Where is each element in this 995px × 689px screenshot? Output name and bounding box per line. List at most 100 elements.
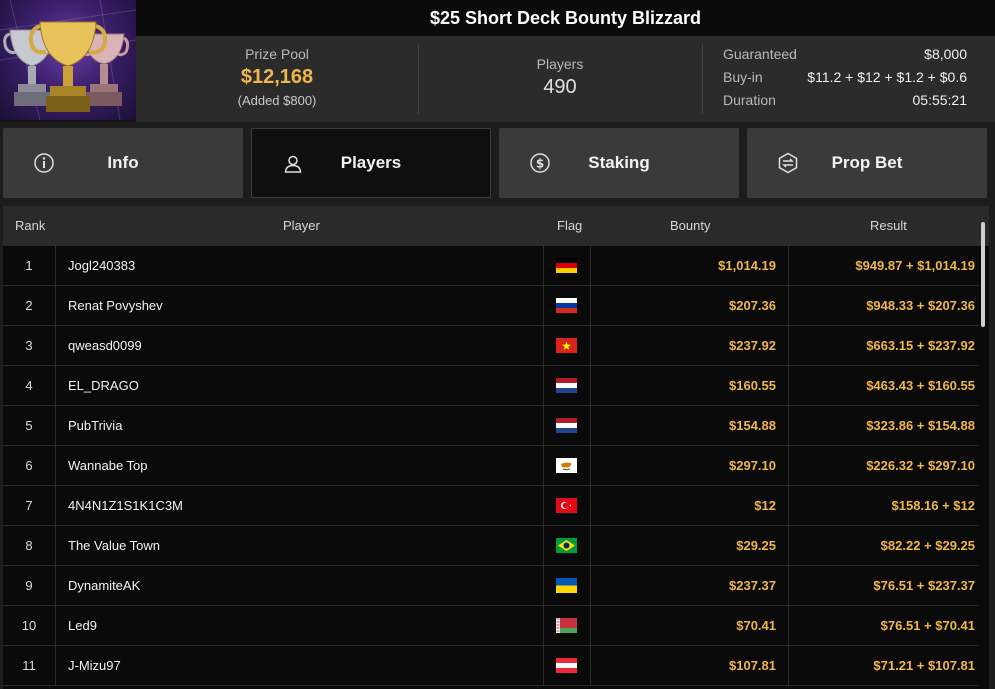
rank-cell: 10	[3, 606, 56, 646]
player-name-cell[interactable]: PubTrivia	[56, 406, 544, 446]
tournament-header: $25 Short Deck Bounty Blizzard Prize Poo…	[0, 0, 995, 122]
flag-cell	[544, 326, 591, 366]
russia-flag-icon	[556, 298, 577, 313]
detail-label: Guaranteed	[723, 46, 797, 62]
user-icon	[282, 153, 304, 175]
table-header: Rank Player Flag Bounty Result	[3, 206, 989, 246]
player-name-cell[interactable]: Renat Povyshev	[56, 286, 544, 326]
tab-staking[interactable]: $ Staking	[499, 128, 739, 198]
table-row[interactable]: 4 EL_DRAGO $160.55 $463.43 + $160.55	[3, 366, 979, 406]
header-result[interactable]: Result	[870, 206, 907, 246]
bounty-cell: $297.10	[591, 446, 789, 486]
flag-cell	[544, 566, 591, 606]
lobby-tabs: Info Players $ Staking Prop Bet	[3, 128, 989, 198]
players-count-value: 490	[543, 76, 577, 98]
detail-guaranteed: Guaranteed $8,000	[723, 46, 967, 69]
table-row[interactable]: 7 4N4N1Z1S1K1C3M $12 $158.16 + $12	[3, 486, 979, 526]
player-name-cell[interactable]: 4N4N1Z1S1K1C3M	[56, 486, 544, 526]
players-label: Players	[536, 56, 584, 72]
flag-cell	[544, 646, 591, 686]
players-count-section: Players 490	[418, 36, 702, 122]
brazil-flag-icon	[556, 538, 577, 553]
ukraine-flag-icon	[556, 578, 577, 593]
rank-cell: 11	[3, 646, 56, 686]
header-flag[interactable]: Flag	[557, 206, 582, 246]
rank-cell: 8	[3, 526, 56, 566]
rank-cell: 2	[3, 286, 56, 326]
bounty-cell: $29.25	[591, 526, 789, 566]
tournament-details: Guaranteed $8,000 Buy-in $11.2 + $12 + $…	[723, 46, 967, 115]
detail-value: 05:55:21	[912, 92, 968, 108]
table-row[interactable]: 6 Wannabe Top $297.10 $226.32 + $297.10	[3, 446, 979, 486]
flag-cell	[544, 526, 591, 566]
tournament-lobby: $25 Short Deck Bounty Blizzard Prize Poo…	[0, 0, 995, 689]
result-cell: $76.51 + $70.41	[880, 618, 975, 633]
tab-players[interactable]: Players	[251, 128, 491, 198]
player-name-cell[interactable]: qweasd0099	[56, 326, 544, 366]
result-cell: $323.86 + $154.88	[866, 418, 975, 433]
table-row[interactable]: 9 DynamiteAK $237.37 $76.51 + $237.37	[3, 566, 979, 606]
result-cell: $949.87 + $1,014.19	[855, 258, 975, 273]
flag-cell	[544, 366, 591, 406]
rank-cell: 6	[3, 446, 56, 486]
tab-prop-bet[interactable]: Prop Bet	[747, 128, 987, 198]
table-row[interactable]: 5 PubTrivia $154.88 $323.86 + $154.88	[3, 406, 979, 446]
table-row[interactable]: 11 J-Mizu97 $107.81 $71.21 + $107.81	[3, 646, 979, 686]
player-name-cell[interactable]: The Value Town	[56, 526, 544, 566]
prize-added-amount: (Added $800)	[237, 93, 317, 108]
prize-pool-value: $12,168	[240, 66, 314, 88]
trophy-image	[0, 0, 136, 120]
rank-cell: 9	[3, 566, 56, 606]
germany-flag-icon	[556, 258, 577, 273]
flag-cell	[544, 446, 591, 486]
player-name-cell[interactable]: Led9	[56, 606, 544, 646]
prize-pool-section: Prize Pool $12,168 (Added $800)	[136, 36, 418, 122]
result-cell: $71.21 + $107.81	[873, 658, 975, 673]
table-scrollbar[interactable]	[981, 222, 985, 327]
bounty-cell: $70.41	[591, 606, 789, 646]
bounty-cell: $107.81	[591, 646, 789, 686]
netherlands-flag-icon	[556, 378, 577, 393]
table-row[interactable]: 8 The Value Town $29.25 $82.22 + $29.25	[3, 526, 979, 566]
flag-cell	[544, 246, 591, 286]
rank-cell: 5	[3, 406, 56, 446]
player-name-cell[interactable]: Wannabe Top	[56, 446, 544, 486]
bounty-cell: $207.36	[591, 286, 789, 326]
flag-cell	[544, 286, 591, 326]
tab-info[interactable]: Info	[3, 128, 243, 198]
table-row[interactable]: 1 Jogl240383 $1,014.19 $949.87 + $1,014.19	[3, 246, 979, 286]
bounty-cell: $237.92	[591, 326, 789, 366]
player-name-cell[interactable]: J-Mizu97	[56, 646, 544, 686]
bounty-cell: $154.88	[591, 406, 789, 446]
table-row[interactable]: 10 Led9 $70.41 $76.51 + $70.41	[3, 606, 979, 646]
cyprus-flag-icon	[556, 458, 577, 473]
result-cell: $226.32 + $297.10	[866, 458, 975, 473]
players-table: Rank Player Flag Bounty Result 1 Jogl2403…	[3, 206, 989, 689]
svg-text:$: $	[536, 157, 544, 171]
player-name-cell[interactable]: Jogl240383	[56, 246, 544, 286]
bounty-cell: $1,014.19	[591, 246, 789, 286]
tournament-title: $25 Short Deck Bounty Blizzard	[136, 0, 995, 36]
rank-cell: 3	[3, 326, 56, 366]
player-name-cell[interactable]: EL_DRAGO	[56, 366, 544, 406]
detail-value: $11.2 + $12 + $1.2 + $0.6	[807, 69, 967, 85]
belarus-flag-icon	[556, 618, 577, 633]
prop-bet-icon	[777, 152, 799, 174]
detail-value: $8,000	[924, 46, 967, 62]
prize-pool-label: Prize Pool	[245, 46, 309, 62]
tournament-stats: Prize Pool $12,168 (Added $800) Players …	[136, 36, 995, 122]
player-name-cell[interactable]: DynamiteAK	[56, 566, 544, 606]
detail-duration: Duration 05:55:21	[723, 92, 967, 115]
header-rank[interactable]: Rank	[15, 206, 45, 246]
header-bounty[interactable]: Bounty	[670, 206, 710, 246]
vietnam-flag-icon	[556, 338, 577, 353]
result-cell: $76.51 + $237.37	[873, 578, 975, 593]
table-row[interactable]: 3 qweasd0099 $237.92 $663.15 + $237.92	[3, 326, 979, 366]
table-row[interactable]: 2 Renat Povyshev $207.36 $948.33 + $207.36	[3, 286, 979, 326]
detail-buy-in: Buy-in $11.2 + $12 + $1.2 + $0.6	[723, 69, 967, 92]
dollar-circle-icon: $	[529, 152, 551, 174]
stats-divider	[702, 44, 703, 114]
turkey-flag-icon	[556, 498, 577, 513]
austria-flag-icon	[556, 658, 577, 673]
header-player[interactable]: Player	[283, 206, 320, 246]
